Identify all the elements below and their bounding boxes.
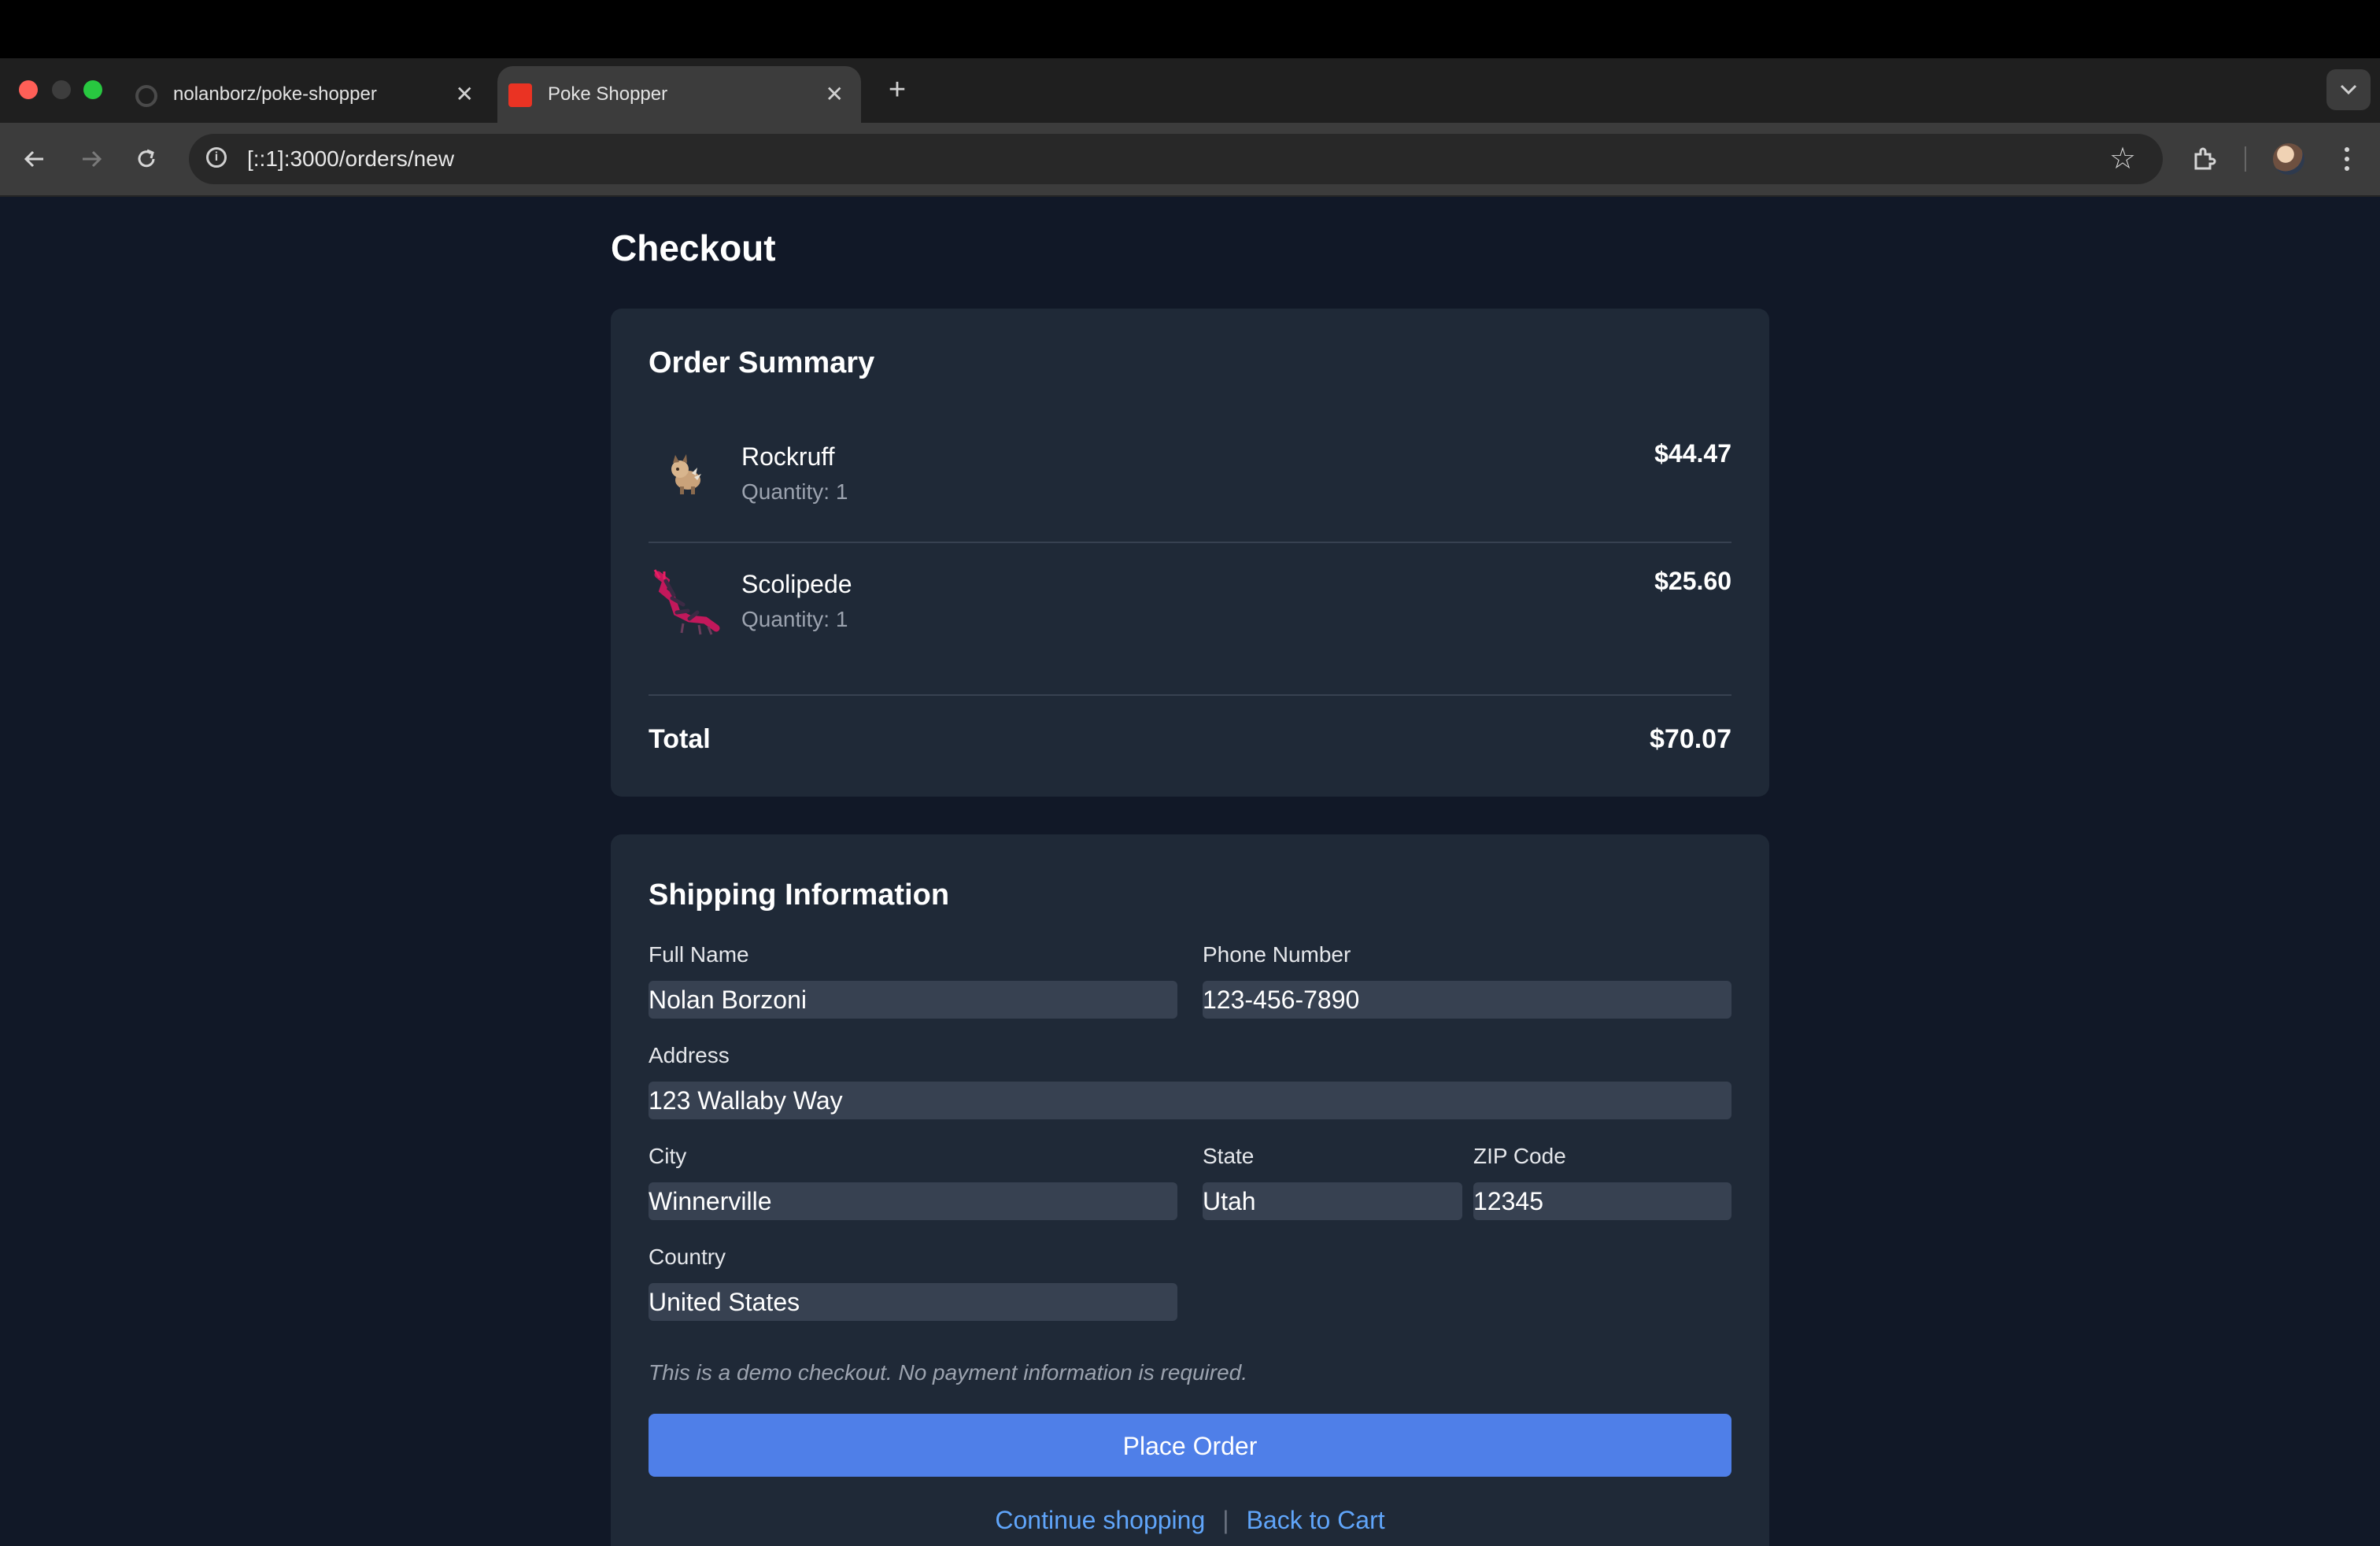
rockruff-image [671, 454, 701, 494]
tab-github[interactable]: nolanborz/poke-shopper ✕ [129, 66, 491, 123]
order-summary-heading: Order Summary [649, 346, 875, 379]
item-quantity: Quantity: 1 [741, 479, 848, 504]
phone-field[interactable] [1203, 981, 1731, 1019]
tab-poke-shopper[interactable]: Poke Shopper ✕ [497, 66, 861, 123]
item-price: $25.60 [1654, 567, 1731, 595]
shipping-heading: Shipping Information [649, 878, 950, 912]
reload-button[interactable] [124, 139, 168, 179]
new-tab-button[interactable]: + [881, 69, 913, 110]
extensions-icon [2194, 147, 2216, 170]
total-label: Total [649, 724, 711, 754]
back-button[interactable] [13, 139, 57, 179]
reload-icon [138, 149, 155, 168]
back-arrow-icon [24, 150, 43, 168]
url-text[interactable]: [::1]:3000/orders/new [247, 134, 454, 184]
app-favicon-icon [508, 83, 532, 107]
item-quantity: Quantity: 1 [741, 607, 848, 631]
full-name-label: Full Name [649, 942, 749, 967]
order-item: Scolipede Quantity: 1 $25.60 [649, 545, 1731, 671]
close-tab-icon[interactable]: ✕ [456, 66, 474, 123]
back-to-cart-link[interactable]: Back to Cart [1247, 1506, 1385, 1534]
maximize-window-button[interactable] [83, 80, 102, 99]
address-bar[interactable] [189, 134, 2163, 184]
footer-links: Continue shopping | Back to Cart [611, 1502, 1769, 1538]
address-field[interactable] [649, 1082, 1731, 1119]
item-name: Scolipede [741, 570, 852, 598]
scolipede-image [653, 569, 720, 635]
total-row: Total $70.07 [649, 694, 1731, 775]
page-title: Checkout [611, 227, 776, 268]
close-tab-icon[interactable]: ✕ [826, 66, 844, 123]
item-price: $44.47 [1654, 439, 1731, 468]
tab-title: nolanborz/poke-shopper [173, 83, 377, 105]
github-icon [135, 85, 157, 107]
zip-field[interactable] [1473, 1182, 1731, 1220]
link-separator: | [1222, 1506, 1229, 1534]
bookmark-star-icon[interactable]: ☆ [2109, 135, 2136, 183]
state-label: State [1203, 1144, 1255, 1168]
order-item: Rockruff Quantity: 1 $44.47 [649, 417, 1731, 543]
total-value: $70.07 [1650, 724, 1731, 754]
site-info-icon[interactable]: i [206, 147, 227, 168]
tab-title: Poke Shopper [548, 83, 668, 105]
tab-search-button[interactable] [2326, 69, 2371, 110]
state-field[interactable] [1203, 1182, 1462, 1220]
address-label: Address [649, 1043, 730, 1067]
place-order-button[interactable]: Place Order [649, 1414, 1731, 1477]
phone-label: Phone Number [1203, 942, 1351, 967]
country-field[interactable] [649, 1283, 1177, 1321]
toolbar-divider [2245, 146, 2246, 172]
more-menu-icon [2345, 147, 2349, 171]
extensions-button[interactable] [2188, 139, 2219, 179]
menu-bar-area [0, 0, 2380, 58]
country-label: Country [649, 1245, 726, 1269]
forward-arrow-icon [83, 150, 102, 168]
city-field[interactable] [649, 1182, 1177, 1220]
profile-avatar[interactable] [2273, 143, 2304, 175]
chevron-down-icon [2340, 84, 2357, 95]
zip-label: ZIP Code [1473, 1144, 1566, 1168]
full-name-field[interactable] [649, 981, 1177, 1019]
shipping-form-card: Shipping Information Full Name Phone Num… [611, 834, 1769, 1546]
continue-shopping-link[interactable]: Continue shopping [995, 1506, 1205, 1534]
city-label: City [649, 1144, 687, 1168]
demo-checkout-note: This is a demo checkout. No payment info… [649, 1360, 1248, 1385]
forward-button[interactable] [69, 139, 113, 179]
order-summary-card: Order Summary Rockruff Quantity: 1 $44.4… [611, 309, 1769, 797]
close-window-button[interactable] [19, 80, 38, 99]
minimize-window-button[interactable] [52, 80, 71, 99]
item-name: Rockruff [741, 442, 835, 471]
more-menu-button[interactable] [2331, 139, 2363, 179]
